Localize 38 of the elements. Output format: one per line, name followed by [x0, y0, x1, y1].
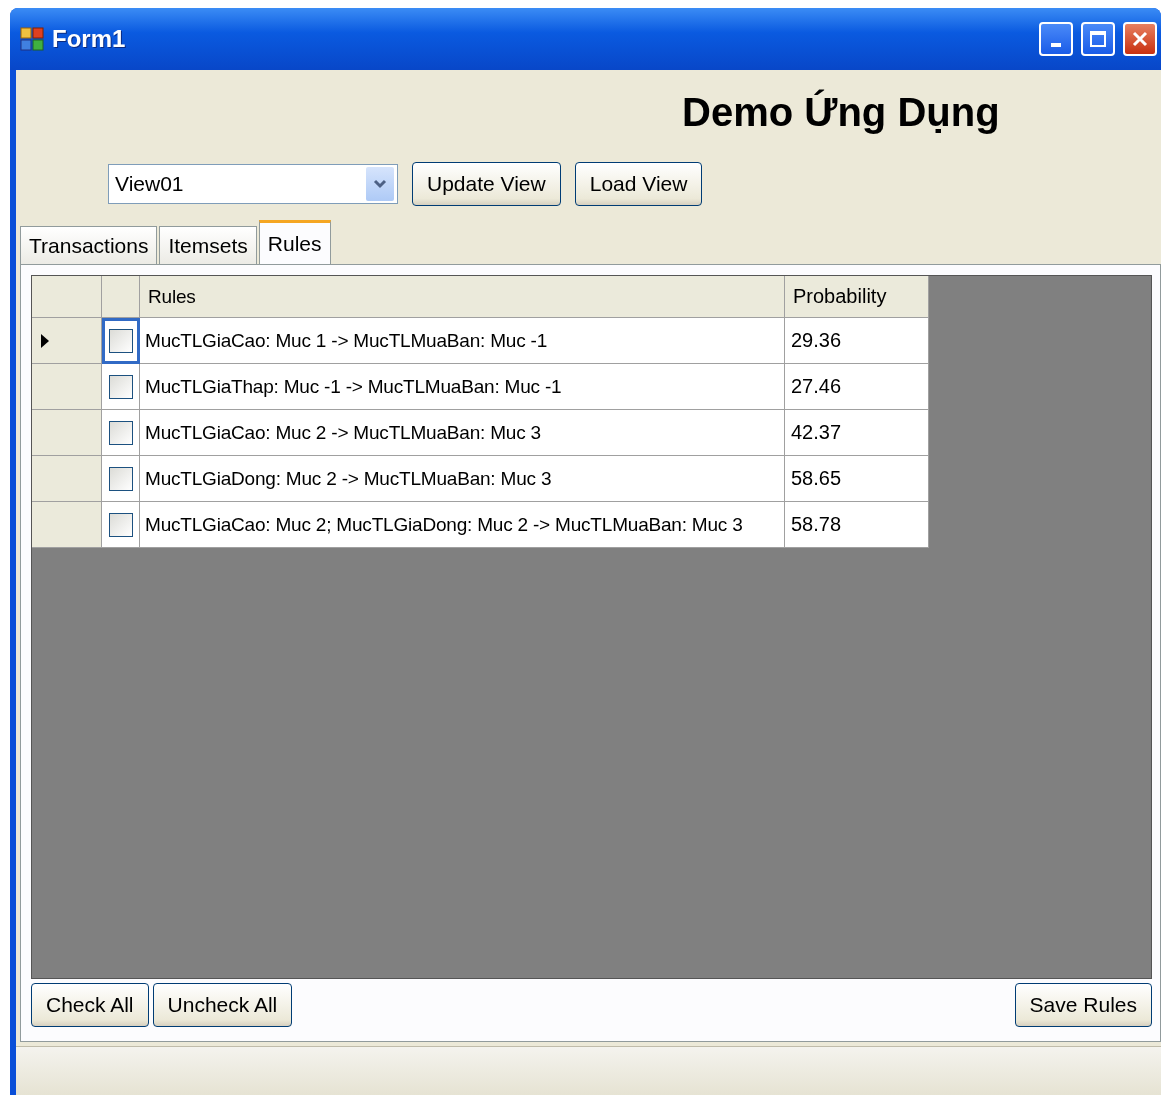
- close-button[interactable]: [1123, 22, 1157, 56]
- grid-button[interactable]: Uncheck All: [152, 983, 293, 1027]
- view-dropdown[interactable]: View01: [108, 164, 398, 204]
- tab[interactable]: Itemsets: [159, 226, 257, 264]
- minimize-icon: [1051, 43, 1061, 47]
- table-cell: 29.36: [785, 318, 929, 364]
- table-cell: MucTLGiaCao: Muc 2; MucTLGiaDong: Muc 2 -> MucTLMuaBan: Muc 3: [140, 502, 785, 548]
- table-cell: MucTLGiaDong: Muc 2 -> MucTLMuaBan: Muc 3: [140, 456, 785, 502]
- window-title: Form1: [52, 25, 127, 53]
- table-cell: MucTLGiaCao: Muc 2 -> MucTLMuaBan: Muc 3: [140, 410, 785, 456]
- table-cell: 27.46: [785, 364, 929, 410]
- chevron-down-icon: [373, 179, 387, 189]
- table-cell: 58.78: [785, 502, 929, 548]
- heading: Demo Ứng Dụng: [682, 90, 1001, 136]
- tab[interactable]: Rules: [258, 220, 331, 264]
- current-row-icon: [40, 332, 50, 349]
- checkbox[interactable]: [108, 374, 133, 399]
- table-cell: 42.37: [785, 410, 929, 456]
- grid-button[interactable]: Check All: [31, 983, 149, 1027]
- maximize-icon: [1089, 30, 1107, 48]
- checkbox[interactable]: [108, 512, 133, 537]
- minimize-button[interactable]: [1039, 22, 1073, 56]
- checkbox[interactable]: [108, 466, 133, 491]
- column-header[interactable]: Probability: [785, 276, 929, 318]
- checkbox[interactable]: [108, 328, 133, 353]
- tab[interactable]: Transactions: [20, 226, 158, 264]
- maximize-button[interactable]: [1081, 22, 1115, 56]
- checkbox[interactable]: [108, 420, 133, 445]
- save-rules-button[interactable]: Save Rules: [1014, 983, 1152, 1027]
- table-cell: 58.65: [785, 456, 929, 502]
- row-header-corner: [32, 276, 102, 318]
- close-icon: [1131, 30, 1149, 48]
- column-header[interactable]: Rules: [140, 276, 785, 318]
- app-icon: [20, 27, 44, 51]
- table-cell: MucTLGiaCao: Muc 1 -> MucTLMuaBan: Muc -1: [140, 318, 785, 364]
- toolbar-button[interactable]: Update View: [412, 162, 561, 206]
- toolbar-button[interactable]: Load View: [574, 162, 703, 206]
- table-cell: MucTLGiaThap: Muc -1 -> MucTLMuaBan: Muc -1: [140, 364, 785, 410]
